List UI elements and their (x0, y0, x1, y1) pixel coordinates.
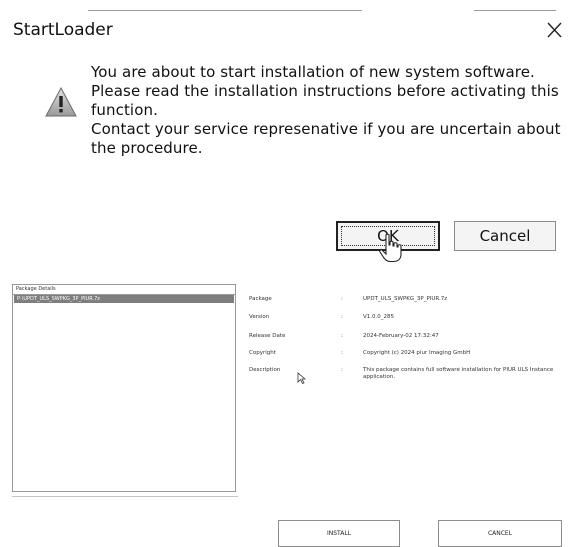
message-line: the procedure. (91, 139, 203, 157)
cancel-button-label: Cancel (479, 227, 531, 245)
package-list-item[interactable]: P:\UPDT_ULS_SWPKG_3P_PIUR.7z (14, 295, 234, 303)
message-line: function. (91, 101, 158, 119)
cancel-install-button[interactable]: CANCEL (438, 520, 562, 547)
mouse-pointer-icon (297, 372, 306, 384)
startloader-dialog: StartLoader You are about to start insta… (0, 0, 568, 263)
dialog-title: StartLoader (13, 20, 113, 40)
close-icon[interactable] (542, 18, 566, 42)
dialog-message: You are about to start installation of n… (91, 63, 561, 158)
package-list-header: Package Details (13, 285, 235, 295)
cancel-button[interactable]: Cancel (454, 221, 556, 251)
message-line: You are about to start installation of n… (91, 63, 535, 81)
install-button[interactable]: INSTALL (278, 520, 400, 547)
hand-cursor-icon (379, 233, 402, 263)
message-line: Please read the installation instruction… (91, 82, 559, 100)
panel-divider (12, 496, 238, 497)
package-list-panel: Package Details P:\UPDT_ULS_SWPKG_3P_PIU… (12, 284, 236, 492)
window-edge (88, 10, 362, 11)
warning-icon (45, 86, 77, 117)
message-line: Contact your service represenative if yo… (91, 120, 561, 138)
window-edge (474, 10, 556, 11)
